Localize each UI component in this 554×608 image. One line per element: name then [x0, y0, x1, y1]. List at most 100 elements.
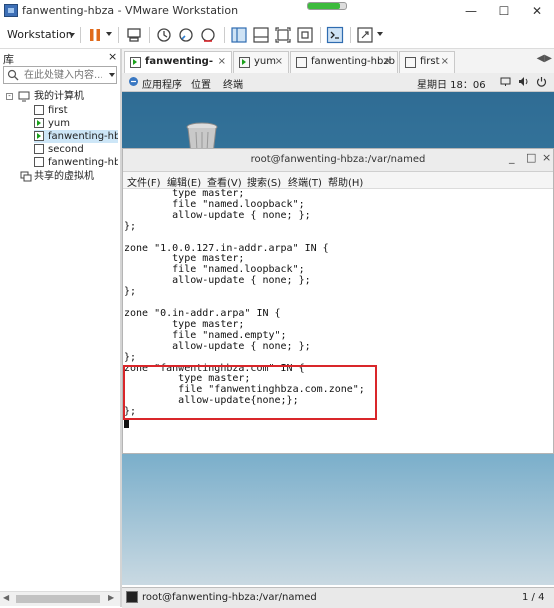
tab-scroll-arrows[interactable]: ◀▶: [537, 53, 552, 64]
toolbar-divider: [80, 27, 81, 43]
taskbar-terminal-task[interactable]: root@fanwenting-hbza:/var/named: [142, 592, 317, 603]
scroll-right-icon[interactable]: ▶: [108, 593, 114, 602]
guest-taskbar: root@fanwenting-hbza:/var/named 1 / 4: [122, 587, 554, 608]
tab-label: fanwenting-hbzb: [311, 56, 395, 67]
unity-icon[interactable]: [296, 26, 314, 44]
menu-file[interactable]: 文件(F): [127, 174, 161, 189]
applications-icon: [129, 77, 138, 86]
library-view-icon[interactable]: [230, 26, 248, 44]
toolbar-divider: [149, 27, 150, 43]
running-vm-icon: [239, 57, 250, 68]
tab-fanwenting-hbzb[interactable]: fanwenting-hbzb ×: [290, 51, 398, 73]
workstation-menu[interactable]: Workstation: [3, 25, 77, 45]
stretch-guest-icon[interactable]: [356, 26, 374, 44]
thumbnail-bar-icon[interactable]: [252, 26, 270, 44]
tab-label: yum: [254, 56, 276, 67]
terminal-cursor: [124, 419, 129, 428]
chevron-down-icon[interactable]: [377, 32, 383, 36]
terminal-title: root@fanwenting-hbza:/var/named: [250, 154, 426, 165]
scroll-left-icon[interactable]: ◀: [3, 593, 9, 602]
chevron-down-icon[interactable]: [109, 73, 115, 77]
tab-close-button[interactable]: ×: [441, 52, 449, 72]
tab-first[interactable]: first ×: [399, 51, 455, 73]
tree-item-vm[interactable]: second: [34, 143, 118, 156]
running-vm-icon: [34, 118, 44, 128]
scrollbar-thumb[interactable]: [16, 595, 100, 603]
close-button[interactable]: ✕: [529, 3, 545, 19]
window-titlebar: fanwenting-hbza - VMware Workstation — ☐…: [0, 0, 554, 22]
vm-icon: [34, 105, 44, 115]
tab-close-button[interactable]: ×: [384, 52, 392, 72]
console-view-icon[interactable]: [326, 26, 344, 44]
terminal-maximize-button[interactable]: □: [526, 151, 536, 164]
library-title: 库: [3, 53, 14, 66]
terminal-titlebar[interactable]: root@fanwenting-hbza:/var/named _ □ ×: [123, 149, 553, 172]
terminal-output[interactable]: type master; file "named.loopback"; allo…: [123, 189, 553, 453]
library-header: 库 ×: [0, 49, 120, 66]
tree-root-label: 我的计算机: [34, 91, 84, 102]
tab-close-button[interactable]: ×: [275, 52, 283, 72]
tree-item-label: first: [48, 105, 68, 116]
tree-item-label: second: [48, 144, 84, 155]
revert-snapshot-icon[interactable]: [177, 26, 195, 44]
workstation-menu-label: Workstation: [7, 28, 73, 41]
tree-item-vm[interactable]: fanwenting-hbz: [34, 156, 118, 169]
toolbar-divider: [118, 27, 119, 43]
maximize-button[interactable]: ☐: [496, 3, 512, 19]
network-icon[interactable]: [500, 76, 511, 87]
tab-fanwenting-hbza[interactable]: fanwenting-hbza ×: [124, 51, 232, 87]
vm-tab-strip: fanwenting-hbza × yum × fanwenting-hbzb …: [122, 49, 554, 87]
terminal-icon: [126, 591, 138, 603]
tree-shared-label: 共享的虚拟机: [34, 171, 94, 182]
vm-icon: [34, 144, 44, 154]
vm-icon: [405, 57, 416, 68]
snapshot-icon[interactable]: [155, 26, 173, 44]
tree-shared-vms[interactable]: 共享的虚拟机: [20, 170, 118, 183]
library-search[interactable]: [3, 66, 117, 84]
collapse-icon[interactable]: -: [6, 93, 13, 100]
menu-help[interactable]: 帮助(H): [328, 174, 363, 189]
terminal-window: root@fanwenting-hbza:/var/named _ □ × 文件…: [122, 148, 554, 454]
tree-item-label: fanwenting-hbz: [48, 157, 118, 168]
tree-item-vm[interactable]: yum: [34, 117, 118, 130]
send-ctrl-alt-del-icon[interactable]: [125, 26, 143, 44]
full-screen-icon[interactable]: [274, 26, 292, 44]
menu-search[interactable]: 搜索(S): [247, 174, 281, 189]
menu-edit[interactable]: 编辑(E): [167, 174, 201, 189]
snapshot-manager-icon[interactable]: [199, 26, 217, 44]
vm-icon: [296, 57, 307, 68]
minimize-button[interactable]: —: [463, 3, 479, 19]
places-menu[interactable]: 位置: [191, 76, 211, 91]
workspace-indicator[interactable]: 1 / 4: [522, 592, 544, 603]
search-icon: [7, 69, 19, 81]
library-close-button[interactable]: ×: [108, 50, 117, 63]
terminal-close-button[interactable]: ×: [542, 151, 551, 164]
tree-root-my-computer[interactable]: - 我的计算机: [6, 90, 118, 103]
shared-vms-icon: [20, 171, 32, 182]
tree-item-vm-selected[interactable]: fanwenting-hbz: [34, 130, 118, 143]
main-toolbar: Workstation: [0, 22, 554, 49]
terminal-menubar: 文件(F) 编辑(E) 查看(V) 搜索(S) 终端(T) 帮助(H): [123, 172, 553, 189]
library-horizontal-scrollbar[interactable]: ◀ ▶: [0, 591, 120, 606]
toolbar-divider: [350, 27, 351, 43]
library-search-input[interactable]: [24, 68, 102, 82]
clock[interactable]: 星期日 18：06: [417, 76, 486, 91]
vmware-app-icon: [4, 4, 18, 17]
applications-menu[interactable]: 应用程序: [142, 76, 182, 91]
volume-icon[interactable]: [518, 76, 529, 87]
progress-bar: [307, 2, 347, 10]
chevron-down-icon: [69, 33, 75, 37]
tree-item-vm[interactable]: first: [34, 104, 118, 117]
power-icon[interactable]: [536, 76, 547, 87]
terminal-minimize-button[interactable]: _: [509, 151, 515, 164]
menu-terminal[interactable]: 终端(T): [288, 174, 322, 189]
tab-close-button[interactable]: ×: [218, 52, 226, 72]
pause-icon[interactable]: [86, 26, 104, 44]
menu-view[interactable]: 查看(V): [207, 174, 242, 189]
chevron-down-icon[interactable]: [106, 32, 112, 36]
vm-library-tree: - 我的计算机 first yum fanwenting-hbz second …: [0, 90, 120, 585]
tree-item-label: yum: [48, 118, 70, 129]
terminal-menu[interactable]: 终端: [223, 76, 243, 91]
running-vm-icon: [34, 131, 44, 141]
tab-yum[interactable]: yum ×: [233, 51, 289, 73]
